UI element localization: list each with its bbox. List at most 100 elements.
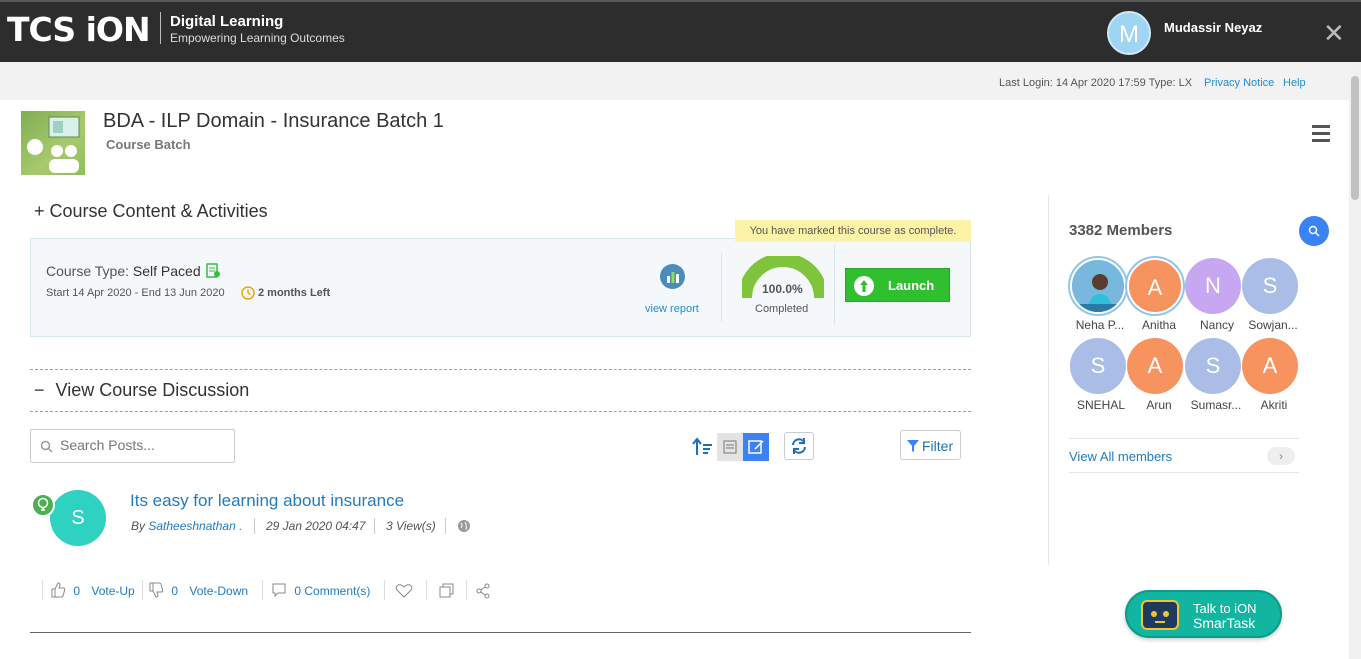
member-avatar[interactable]: A: [1242, 338, 1298, 394]
vote-down-count: 0: [171, 584, 179, 598]
search-icon: [1308, 225, 1320, 237]
privacy-notice-link[interactable]: Privacy Notice: [1204, 77, 1274, 89]
course-title: BDA - ILP Domain - Insurance Batch 1: [103, 110, 444, 132]
action-separator: [384, 580, 385, 600]
vote-up-count: 0: [73, 584, 81, 598]
member-avatar[interactable]: A: [1127, 338, 1183, 394]
completed-label: Completed: [755, 303, 809, 315]
member-search-button[interactable]: [1299, 216, 1329, 246]
member-avatar[interactable]: [1070, 258, 1126, 314]
member-avatar[interactable]: A: [1127, 258, 1183, 314]
course-subtitle: Course Batch: [106, 137, 191, 152]
post-author-prefix: By: [131, 519, 149, 533]
member-avatar[interactable]: S: [1070, 338, 1126, 394]
course-dates: Start 14 Apr 2020 - End 13 Jun 2020: [46, 287, 225, 299]
last-login-text: Last Login: 14 Apr 2020 17:59 Type: LX: [999, 77, 1193, 89]
action-separator: [142, 580, 143, 600]
launch-button[interactable]: Launch: [845, 268, 950, 302]
copy-icon[interactable]: [439, 583, 455, 599]
member-avatar[interactable]: S: [1242, 258, 1298, 314]
vote-down-button[interactable]: 0 Vote-Down: [148, 582, 248, 598]
launch-label: Launch: [888, 278, 935, 293]
post-date: 29 Jan 2020 04:47: [266, 519, 366, 533]
vote-up-button[interactable]: 0 Vote-Up: [50, 582, 135, 598]
robot-icon: [1141, 600, 1179, 630]
course-discussion-toggle[interactable]: − View Course Discussion: [34, 380, 249, 401]
close-icon[interactable]: ✕: [1323, 20, 1345, 46]
meta-separator: [374, 518, 375, 534]
member-name[interactable]: Akriti: [1239, 398, 1309, 412]
section-divider: [30, 411, 971, 412]
refresh-button[interactable]: [784, 432, 814, 460]
clock-icon: [241, 286, 255, 300]
time-left: 2 months Left: [258, 287, 331, 299]
post-title-link[interactable]: Its easy for learning about insurance: [130, 491, 404, 511]
member-avatar[interactable]: S: [1185, 338, 1241, 394]
header-stripe: [0, 0, 1361, 2]
filter-button[interactable]: Filter: [900, 430, 961, 460]
edit-note-icon: [748, 440, 764, 454]
course-thumbnail: [21, 111, 85, 175]
action-separator: [466, 580, 467, 600]
view-all-divider: [1069, 438, 1299, 439]
tcs-ion-logo[interactable]: TCS iON: [7, 10, 151, 49]
globe-icon: [458, 520, 470, 532]
comments-count: 0 Comment(s): [294, 584, 371, 598]
smartask-chat-button[interactable]: Talk to iON SmarTask: [1125, 590, 1282, 638]
action-separator: [42, 580, 43, 600]
user-avatar[interactable]: M: [1107, 11, 1151, 55]
smartask-line1: Talk to iON: [1193, 601, 1257, 616]
post-author-avatar[interactable]: S: [50, 490, 106, 546]
refresh-icon: [792, 438, 806, 454]
vote-down-label: Vote-Down: [189, 584, 249, 598]
share-icon[interactable]: [475, 583, 491, 599]
meta-separator: [445, 518, 446, 534]
course-type-label: Course Type:: [46, 263, 133, 279]
course-content-heading: Course Content & Activities: [49, 201, 268, 221]
expand-icon: +: [34, 201, 45, 221]
report-chart-icon[interactable]: [660, 264, 685, 289]
view-report-link[interactable]: view report: [645, 303, 699, 315]
launch-icon: [854, 276, 874, 296]
member-name[interactable]: Sowjan...: [1238, 318, 1308, 332]
course-content-toggle[interactable]: + Course Content & Activities: [34, 201, 268, 222]
chevron-right-icon[interactable]: ›: [1267, 447, 1295, 465]
compose-view-toggle[interactable]: [743, 433, 769, 461]
search-posts-input[interactable]: [60, 437, 230, 453]
member-photo: [1072, 260, 1124, 312]
comment-icon: [272, 583, 286, 598]
action-separator: [262, 580, 263, 600]
scrollbar-thumb[interactable]: [1351, 76, 1359, 200]
members-count: 3382 Members: [1069, 222, 1173, 239]
view-all-members-link[interactable]: View All members: [1069, 449, 1172, 464]
smartask-line2: SmarTask: [1193, 615, 1256, 631]
search-icon: [40, 440, 53, 453]
filter-label: Filter: [922, 438, 954, 454]
sort-icon[interactable]: [690, 433, 716, 461]
user-name[interactable]: Mudassir Neyaz: [1164, 20, 1262, 35]
meta-separator: [254, 518, 255, 534]
comments-button[interactable]: 0 Comment(s): [271, 582, 370, 598]
heart-icon[interactable]: [395, 583, 413, 599]
member-avatar[interactable]: N: [1185, 258, 1241, 314]
view-all-divider: [1069, 472, 1299, 473]
logo-divider: [160, 12, 161, 44]
panel-divider: [834, 245, 835, 325]
completion-notice: You have marked this course as complete.: [735, 220, 971, 242]
tagline-title: Digital Learning: [170, 13, 284, 30]
list-view-icon: [723, 440, 737, 454]
course-type-value: Self Paced: [132, 263, 201, 279]
menu-icon[interactable]: [1312, 125, 1330, 146]
course-type: Course Type: Self Paced: [46, 263, 221, 279]
progress-percent: 100.0%: [762, 282, 803, 296]
thumbs-up-icon: [51, 582, 66, 598]
list-view-toggle[interactable]: [717, 433, 743, 461]
filter-icon: [907, 440, 919, 452]
thumbs-down-icon: [149, 582, 164, 598]
help-link[interactable]: Help: [1283, 77, 1306, 89]
collapse-icon: −: [34, 380, 45, 400]
search-posts-box[interactable]: [30, 429, 235, 463]
post-author: By Satheeshnathan .: [131, 519, 242, 533]
post-author-link[interactable]: Satheeshnathan .: [148, 519, 242, 533]
idea-bulb-icon: [31, 493, 55, 517]
